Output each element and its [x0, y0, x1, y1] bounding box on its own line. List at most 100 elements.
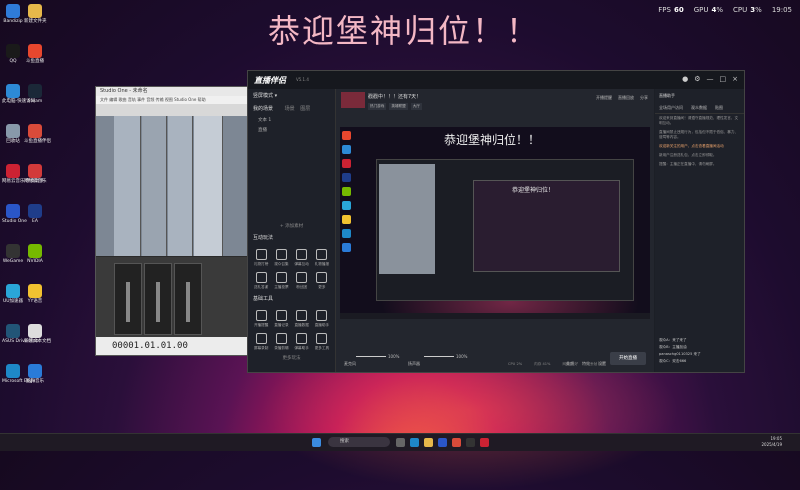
notify-button[interactable]: 开播提醒 [596, 95, 612, 101]
tool-item[interactable]: 主播投票 [272, 269, 290, 290]
streaming-app-window[interactable]: 直播伴侣 V5.1.4 ● ⚙ — □ × 竖屏模式 ▾ 我的场景 场景 图层 … [247, 70, 745, 373]
layer-tab[interactable]: 图层 [300, 106, 310, 112]
maximize-icon[interactable]: □ [720, 75, 727, 83]
tool-item[interactable]: 更多工具 [313, 330, 331, 351]
tool-item[interactable]: 粉丝团 [293, 269, 311, 290]
scene-item[interactable]: 直播 [248, 125, 335, 135]
more-gameplay-link[interactable]: 更多玩法 [248, 353, 335, 363]
desktop-icon[interactable]: EA [24, 204, 46, 224]
desktop-icon[interactable]: NVIDIA [24, 244, 46, 264]
basic-tools-section-title: 基础工具 [253, 296, 274, 302]
preview-nested-app: 恭迎堡神归位！ [473, 180, 620, 272]
task-view-icon[interactable] [396, 438, 405, 447]
desktop-icon[interactable]: WeGame [2, 244, 24, 264]
tool-item[interactable]: 礼物播报 [313, 246, 331, 267]
tool-item[interactable]: 直播数据 [293, 307, 311, 328]
tool-item[interactable]: 弹幕互动 [293, 246, 311, 267]
start-icon[interactable] [312, 438, 321, 447]
app-header[interactable]: 直播伴侣 V5.1.4 ● ⚙ — □ × [248, 71, 744, 89]
tool-item[interactable]: 开播提醒 [252, 307, 270, 328]
assistant-tab[interactable]: 全场用户访问 [659, 105, 683, 111]
desktop-icon[interactable]: Bandizip [2, 4, 24, 24]
daw-track-area[interactable] [96, 116, 248, 256]
speaker-volume: 100% [456, 354, 468, 359]
desktop-icon[interactable]: Steam [24, 84, 46, 104]
daw-toolbar[interactable] [96, 104, 248, 116]
desktop-icon[interactable]: 新建文本文档 [24, 324, 51, 344]
tool-item[interactable]: 送礼答谢 [252, 269, 270, 290]
daw-window[interactable]: Studio One - 未命名 文件 编辑 歌曲 音轨 事件 音频 传输 视图… [95, 86, 249, 356]
tool-item[interactable]: 弹幕助手 [293, 330, 311, 351]
stream-tag[interactable]: 热门游戏 [368, 103, 387, 110]
preview-desktop-icons [342, 131, 352, 257]
replay-button[interactable]: 直播回放 [618, 95, 634, 101]
mixer-fader[interactable] [144, 263, 172, 335]
stream-app-icon[interactable] [452, 438, 461, 447]
tool-item[interactable]: 观众召集 [272, 246, 290, 267]
app-icon [28, 84, 42, 98]
mixer-fader[interactable] [174, 263, 202, 335]
daw-track-column[interactable] [194, 116, 223, 256]
mixer-fader[interactable] [114, 263, 142, 335]
stream-preview[interactable]: 恭迎堡神归位！！ 恭迎堡神归位！ [340, 127, 650, 319]
edge-icon[interactable] [410, 438, 419, 447]
stream-tag[interactable]: 英雄联盟 [389, 103, 408, 110]
desktop-icon[interactable]: Microsoft Edge [2, 364, 35, 384]
desktop-icon[interactable]: 网易云音乐 伴奏助手 [2, 164, 44, 184]
desktop-icon-label: ASUS DriverHub [2, 339, 39, 344]
mic-slider[interactable] [356, 356, 386, 357]
daw-track-column[interactable] [168, 116, 193, 256]
desktop-icon[interactable]: 网易云音乐 [24, 164, 47, 184]
scene-item[interactable]: 文本 1 [248, 115, 335, 125]
close-icon[interactable]: × [732, 75, 738, 83]
tool-item[interactable]: 更多 [313, 269, 331, 290]
assistant-tab[interactable]: 贴图 [715, 105, 723, 111]
desktop-icon[interactable]: 回收站 [2, 124, 24, 144]
gift-icon [255, 249, 267, 260]
daw-mixer[interactable] [96, 257, 248, 337]
speaker-slider[interactable] [424, 356, 454, 357]
desktop-icon-label: UU加速器 [2, 299, 24, 304]
desktop-icon[interactable]: 酷狗音乐 [24, 364, 46, 384]
tool-item[interactable]: 直播助手 [313, 307, 331, 328]
settings-icon[interactable]: ⚙ [694, 75, 700, 83]
tool-item[interactable]: 礼物打榜 [252, 246, 270, 267]
stream-title[interactable]: 戳戳中！！！还有7天！ [368, 93, 421, 100]
vote-icon [275, 272, 287, 283]
tool-item[interactable]: 屏幕录制 [252, 330, 270, 351]
assistant-tab[interactable]: 观众数据 [691, 105, 707, 111]
desktop-icon[interactable]: 此电脑-快速访问 [2, 84, 35, 104]
daw-track-column[interactable] [142, 116, 167, 256]
add-source-button[interactable]: + 添加素材 [248, 221, 335, 231]
desktop-icon[interactable]: YY语音 [24, 284, 46, 304]
minimize-icon[interactable]: — [707, 75, 714, 83]
studio-one-icon[interactable] [438, 438, 447, 447]
daw-menu-bar[interactable]: 文件 编辑 歌曲 音轨 事件 音频 传输 视图 Studio One 帮助 [96, 96, 248, 104]
taskbar-clock[interactable]: 19:05 2025/4/19 [761, 436, 782, 448]
tool-item[interactable]: 录播剪辑 [272, 330, 290, 351]
desktop-icon[interactable]: UU加速器 [2, 284, 24, 304]
scene-tab[interactable]: 场景 [285, 106, 295, 112]
daw-track-column[interactable] [114, 116, 141, 256]
desktop-icon[interactable]: ASUS DriverHub [2, 324, 39, 344]
stream-tag[interactable]: 大厅 [410, 103, 422, 110]
speaker-label: 扬声器 [408, 361, 420, 366]
desktop-icon[interactable]: 斗鱼直播伴侣 [24, 124, 51, 144]
tool-item[interactable]: 直播记录 [272, 307, 290, 328]
avatar[interactable]: ● [682, 75, 688, 83]
desktop-icon[interactable]: QQ [2, 44, 24, 64]
daw-title-bar[interactable]: Studio One - 未命名 [96, 87, 248, 96]
highlight-notice[interactable]: 欢迎新关注的用户，点击查看直播间活动 [655, 142, 744, 151]
netease-music-icon[interactable] [480, 438, 489, 447]
desktop-icon[interactable]: Studio One [2, 204, 27, 224]
start-stream-button[interactable]: 开始直播 [610, 352, 646, 365]
desktop-icon[interactable]: 斗鱼直播 [24, 44, 46, 64]
app-icon[interactable] [466, 438, 475, 447]
stream-tags: 热门游戏 英雄联盟 大厅 [368, 103, 422, 110]
stream-cover[interactable] [341, 92, 365, 108]
share-button[interactable]: 分享 [640, 95, 648, 101]
taskbar-search[interactable]: 搜索 [328, 437, 390, 447]
mode-selector[interactable]: 竖屏模式 ▾ [248, 89, 335, 102]
desktop-icon[interactable]: 新建文件夹 [24, 4, 47, 24]
folder-icon[interactable] [424, 438, 433, 447]
